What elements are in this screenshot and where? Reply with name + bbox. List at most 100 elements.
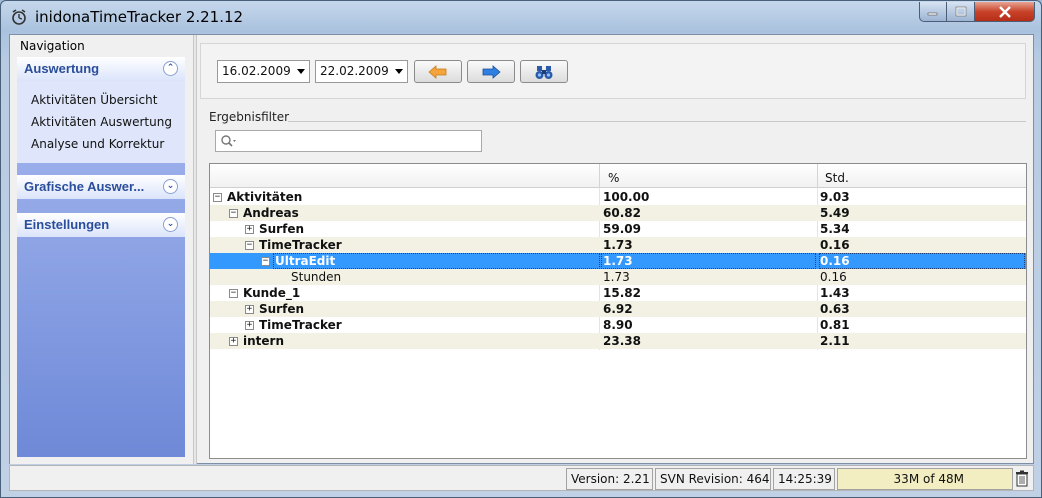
navigation-panel: Auswertung ⌃ Aktivitäten Übersicht Aktiv… <box>17 57 185 457</box>
pane-splitter[interactable] <box>193 35 197 464</box>
row-label: TimeTracker <box>259 318 342 332</box>
collapse-icon[interactable]: − <box>213 193 222 202</box>
window-title: inidonaTimeTracker 2.21.12 <box>35 8 244 26</box>
table-row[interactable]: + Surfen 6.92 0.63 <box>210 301 1026 317</box>
column-separator[interactable] <box>599 164 600 188</box>
nav-item-aktivitaeten-uebersicht[interactable]: Aktivitäten Übersicht <box>31 93 157 107</box>
row-label: Stunden <box>291 270 342 284</box>
table-row[interactable]: − Aktivitäten 100.00 9.03 <box>210 189 1026 205</box>
row-percent: 6.92 <box>603 302 633 316</box>
column-header-percent[interactable]: % <box>608 171 619 185</box>
column-separator[interactable] <box>817 164 818 188</box>
maximize-button[interactable] <box>947 2 975 22</box>
row-percent: 8.90 <box>603 318 633 332</box>
nav-item-aktivitaeten-auswertung[interactable]: Aktivitäten Auswertung <box>31 115 172 129</box>
table-row[interactable]: − Kunde_1 15.82 1.43 <box>210 285 1026 301</box>
nav-group-grafische-auswertung[interactable]: Grafische Auswer... ⌄ <box>17 175 185 199</box>
selection-focus-box <box>601 253 816 269</box>
title-bar[interactable]: inidonaTimeTracker 2.21.12 <box>1 1 1041 33</box>
row-hours: 0.16 <box>820 238 850 252</box>
previous-period-button[interactable] <box>414 60 462 83</box>
nav-item-analyse-korrektur[interactable]: Analyse und Korrektur <box>31 137 164 151</box>
expand-icon[interactable]: + <box>229 337 238 346</box>
row-hours: 1.43 <box>820 286 850 300</box>
column-header-hours[interactable]: Std. <box>825 171 849 185</box>
minimize-icon <box>927 12 938 15</box>
memory-indicator[interactable]: 33M of 48M <box>837 468 1013 490</box>
collapse-icon[interactable]: ⌃ <box>163 61 178 76</box>
table-row[interactable]: − TimeTracker 1.73 0.16 <box>210 237 1026 253</box>
row-label: Andreas <box>243 206 299 220</box>
search-period-button[interactable] <box>520 60 568 83</box>
row-label: Surfen <box>259 302 305 316</box>
row-percent: 100.00 <box>603 190 650 204</box>
table-row[interactable]: − Andreas 60.82 5.49 <box>210 205 1026 221</box>
expand-icon[interactable]: + <box>245 305 254 314</box>
nav-group-label: Grafische Auswer... <box>24 179 145 194</box>
expand-icon[interactable]: + <box>245 225 254 234</box>
row-label: Aktivitäten <box>227 190 303 204</box>
table-row[interactable]: + Surfen 59.09 5.34 <box>210 221 1026 237</box>
minimize-button[interactable] <box>919 2 947 22</box>
selection-focus-box <box>819 253 1025 269</box>
arrow-right-icon <box>482 64 501 79</box>
status-bar: Version: 2.21 SVN Revision: 464 14:25:39… <box>9 465 1034 491</box>
filter-title: Ergebnisfilter <box>209 110 290 124</box>
expand-icon[interactable]: ⌄ <box>163 179 178 194</box>
filter-divider <box>288 121 1026 122</box>
results-tree-table[interactable]: % Std. − Aktivitäten 100.00 9.03− Andreas 60.… <box>209 163 1027 459</box>
close-button[interactable] <box>975 2 1035 22</box>
table-row[interactable]: Stunden 1.73 0.16 <box>210 269 1026 285</box>
row-percent: 1.73 <box>603 238 633 252</box>
row-hours: 5.49 <box>820 206 850 220</box>
status-svn-revision: SVN Revision: 464 <box>655 468 771 490</box>
date-toolbar: 16.02.2009 22.02.2009 <box>200 43 1026 99</box>
filter-search-input[interactable] <box>215 130 482 152</box>
row-percent: 1.73 <box>603 270 630 284</box>
status-clock: 14:25:39 <box>773 468 835 490</box>
row-label: TimeTracker <box>259 238 342 252</box>
collapse-icon[interactable]: − <box>261 257 270 266</box>
row-label: Kunde_1 <box>243 286 301 300</box>
row-hours: 5.34 <box>820 222 850 236</box>
app-window: inidonaTimeTracker 2.21.12 Navigation Au… <box>0 0 1042 498</box>
nav-group-auswertung[interactable]: Auswertung ⌃ <box>17 57 185 81</box>
nav-group-items: Aktivitäten Übersicht Aktivitäten Auswer… <box>17 81 185 163</box>
chevron-down-icon <box>395 69 403 74</box>
row-label: intern <box>243 334 284 348</box>
client-area: Navigation Auswertung ⌃ Aktivitäten Über… <box>9 34 1034 464</box>
search-icon <box>221 135 236 147</box>
row-hours: 0.16 <box>820 270 847 284</box>
date-to-value: 22.02.2009 <box>320 64 389 78</box>
collapse-icon[interactable]: − <box>229 209 238 218</box>
nav-group-einstellungen[interactable]: Einstellungen ⌄ <box>17 213 185 237</box>
nav-group-label: Auswertung <box>24 61 100 76</box>
arrow-left-icon <box>428 64 447 79</box>
row-percent: 60.82 <box>603 206 641 220</box>
navigation-pane: Navigation Auswertung ⌃ Aktivitäten Über… <box>10 35 193 464</box>
row-percent: 15.82 <box>603 286 641 300</box>
row-hours: 0.63 <box>820 302 850 316</box>
date-from-select[interactable]: 16.02.2009 <box>217 60 310 83</box>
main-panel: 16.02.2009 22.02.2009 Ergebnisfilter % S… <box>200 41 1030 461</box>
row-hours: 9.03 <box>820 190 850 204</box>
chevron-down-icon <box>297 69 305 74</box>
row-label: Surfen <box>259 222 305 236</box>
table-row[interactable]: − UltraEdit 1.73 0.16 <box>210 253 1026 269</box>
table-row[interactable]: + intern 23.38 2.11 <box>210 333 1026 349</box>
expand-icon[interactable]: ⌄ <box>163 217 178 232</box>
close-icon <box>998 5 1011 18</box>
trash-icon[interactable] <box>1015 470 1029 487</box>
collapse-icon[interactable]: − <box>229 289 238 298</box>
expand-icon[interactable]: + <box>245 321 254 330</box>
collapse-icon[interactable]: − <box>245 241 254 250</box>
table-row[interactable]: + TimeTracker 8.90 0.81 <box>210 317 1026 333</box>
row-percent: 59.09 <box>603 222 641 236</box>
next-period-button[interactable] <box>467 60 515 83</box>
date-to-select[interactable]: 22.02.2009 <box>315 60 408 83</box>
row-hours: 0.81 <box>820 318 850 332</box>
binoculars-icon <box>535 65 553 79</box>
maximize-icon <box>955 6 966 16</box>
status-version: Version: 2.21 <box>566 468 653 490</box>
selection-focus-box <box>273 253 600 269</box>
